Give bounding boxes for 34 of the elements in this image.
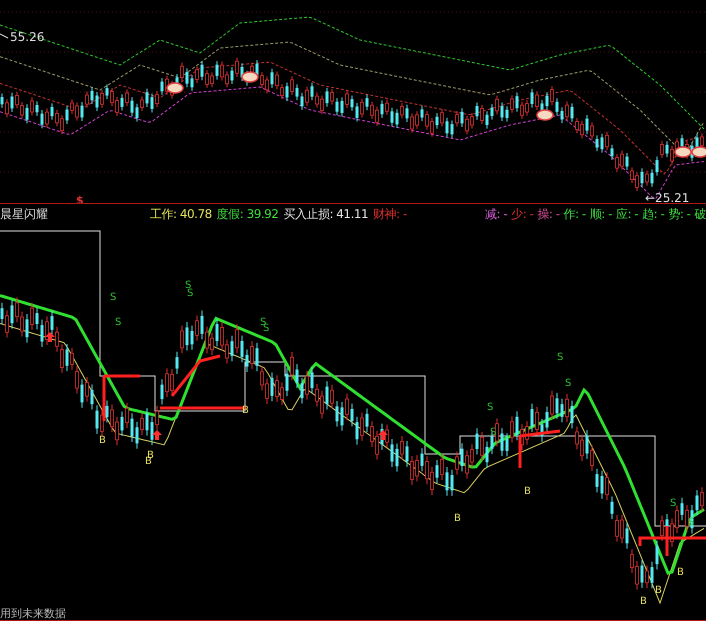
indicator-value: 买入止损: 41.11 (283, 206, 368, 224)
sell-mark: S (565, 378, 572, 389)
signal-flag-label: 应: - (616, 206, 638, 224)
signal-flag-label: 少: - (511, 206, 534, 224)
price-low-label: ←25.21 (645, 191, 690, 204)
future-data-note: 用到未来数据 (0, 606, 66, 621)
signal-mark: $ (76, 194, 84, 204)
signal-flag-label: 破 (694, 206, 706, 224)
signal-flag-label: 作: - (564, 206, 586, 224)
buy-mark: B (242, 404, 249, 416)
sell-mark: S (110, 292, 116, 303)
sell-mark: S (187, 288, 194, 299)
indicator-title: 晨星闪耀 (0, 206, 49, 224)
buy-mark: B (145, 456, 152, 467)
signal-flag-label: 趋: - (642, 206, 664, 224)
sell-mark: S (263, 322, 270, 334)
buy-mark: B (524, 486, 531, 497)
sell-mark: S (557, 352, 564, 363)
indicator-value: 度假: 39.92 (216, 206, 278, 224)
signal-flag-label: 顺: - (590, 206, 612, 224)
buy-mark: B (655, 584, 662, 596)
price-high-label: 55.26 (10, 30, 44, 44)
indicator-value: 财神: - (373, 206, 407, 224)
buy-mark: B (99, 434, 106, 446)
sell-mark: S (670, 498, 676, 509)
buy-mark: B (454, 512, 461, 524)
indicator-value: 工作: 40.78 (150, 206, 212, 224)
buy-mark: B (677, 566, 684, 578)
signal-flag-label: 操: - (537, 206, 560, 224)
buy-mark: B (640, 596, 647, 607)
signal-flag-label: 势: - (668, 206, 690, 224)
sell-mark: S (487, 402, 494, 413)
signal-flag-label: 减: - (485, 206, 508, 224)
sell-mark: S (115, 316, 122, 328)
